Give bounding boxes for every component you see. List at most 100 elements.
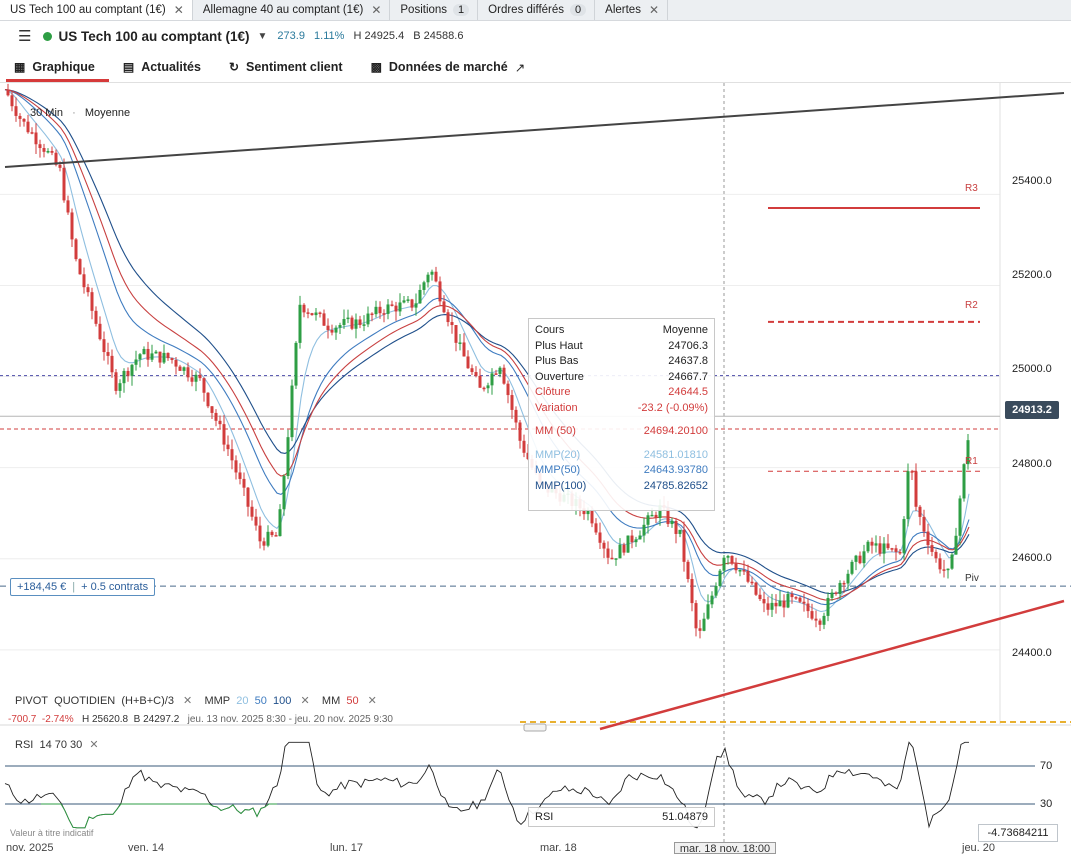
candle-body (610, 557, 614, 560)
tooltip-value: 24643.93780 (643, 464, 708, 476)
trendline-lower (599, 599, 1065, 731)
tooltip-value: 24694.20100 (643, 425, 708, 437)
candle-body (134, 359, 138, 365)
candle-body (274, 535, 278, 537)
candle-body (174, 360, 178, 367)
candle-body (754, 582, 758, 595)
candle-body (686, 561, 690, 580)
candle-body (410, 299, 414, 308)
candle-body (902, 519, 906, 554)
candle-body (786, 593, 790, 608)
tooltip-label: Variation (535, 401, 578, 414)
y-tick: 25400.0 (1012, 175, 1052, 187)
candle-body (258, 525, 262, 542)
candle-body (222, 424, 226, 445)
range-low: B 24297.2 (133, 714, 180, 725)
x-tick: jeu. 20 (962, 842, 996, 854)
candle-body (330, 330, 334, 333)
candle-body (642, 524, 646, 536)
mmp-period-50: 50 (254, 695, 267, 707)
candle-body (446, 312, 450, 323)
candle-body (594, 523, 598, 533)
rsi-tooltip-label: RSI (535, 811, 554, 823)
tab-sentiment-client[interactable]: ↻ Sentiment client (215, 52, 357, 82)
candle-body (650, 514, 654, 517)
candle-body (894, 548, 898, 552)
candle-body (674, 521, 678, 534)
tab-bar: US Tech 100 au comptant (1€) ✕ Allemagne… (0, 0, 1071, 21)
instrument-title[interactable]: US Tech 100 au comptant (1€) (58, 29, 249, 44)
candle-body (214, 412, 218, 421)
tab-alertes[interactable]: Alertes ✕ (595, 0, 669, 20)
mmp-indicator-label[interactable]: MMP (204, 695, 230, 707)
tooltip-row: Plus Haut 24706.3 (535, 339, 708, 355)
candle-body (710, 595, 714, 605)
range-high: H 25620.8 (81, 714, 129, 725)
close-icon[interactable]: ✕ (300, 695, 309, 707)
nav-label: Sentiment client (246, 60, 343, 74)
pivot-indicator-label[interactable]: PIVOT (15, 695, 48, 707)
candle-body (70, 212, 74, 240)
tab-graphique[interactable]: ▦ Graphique (0, 52, 109, 82)
candle-body (758, 594, 762, 600)
orders-count-badge: 0 (570, 4, 587, 16)
tab-actualites[interactable]: ▤ Actualités (109, 52, 215, 82)
candle-body (454, 325, 458, 343)
tooltip-value: 24637.8 (668, 355, 708, 367)
candle-body (494, 373, 498, 375)
candle-body (514, 409, 518, 423)
tab-label: Alertes (605, 4, 641, 16)
candle-body (906, 471, 910, 520)
candle-body (378, 306, 382, 314)
candle-body (418, 289, 422, 304)
close-icon[interactable]: ✕ (174, 3, 184, 17)
tab-ordres-differes[interactable]: Ordres différés 0 (478, 0, 596, 20)
candle-body (122, 370, 126, 384)
candle-body (846, 573, 850, 584)
mm-indicator-label[interactable]: MM (322, 695, 340, 707)
candle-body (278, 509, 282, 537)
close-icon[interactable]: ✕ (371, 3, 381, 17)
day-high: H 24925.4 (353, 30, 405, 42)
candle-body (470, 368, 474, 373)
tab-donnees-marche[interactable]: ▩ Données de marché ↗ (357, 52, 540, 82)
candle-body (850, 561, 854, 574)
timeframe-label[interactable]: 30 Min · Moyenne (30, 107, 130, 119)
pivot-piv-label: Piv (965, 573, 979, 584)
candle-body (74, 239, 78, 260)
chevron-down-icon[interactable]: ▼ (258, 31, 268, 42)
candle-body (882, 543, 886, 554)
candle-body (518, 422, 522, 441)
candle-body (646, 515, 650, 525)
close-icon[interactable]: ✕ (183, 695, 192, 707)
candle-body (226, 444, 230, 450)
candle-body (938, 558, 942, 570)
price-mode: Moyenne (84, 107, 131, 119)
nav-label: Actualités (141, 60, 201, 74)
close-icon[interactable]: ✕ (649, 3, 659, 17)
x-tick: lun. 17 (330, 842, 364, 854)
candle-body (950, 554, 954, 569)
candle-body (942, 569, 946, 571)
candle-body (618, 544, 622, 559)
mm-period-50: 50 (346, 695, 359, 707)
rsi-indicator-label[interactable]: RSI (15, 739, 33, 751)
tooltip-label: MMP(50) (535, 464, 581, 476)
position-pnl-badge[interactable]: +184,45 € | + 0.5 contrats (10, 578, 156, 596)
tab-us-tech-100[interactable]: US Tech 100 au comptant (1€) ✕ (0, 0, 193, 20)
candle-body (102, 339, 106, 353)
candle-body (294, 342, 298, 386)
tab-positions[interactable]: Positions 1 (390, 0, 479, 20)
close-icon[interactable]: ✕ (89, 739, 98, 751)
external-link-icon[interactable]: ↗ (515, 60, 525, 75)
tab-allemagne-40[interactable]: Allemagne 40 au comptant (1€) ✕ (193, 0, 391, 20)
candle-body (126, 370, 130, 376)
candle-body (42, 148, 46, 152)
menu-icon[interactable]: ☰ (18, 27, 31, 45)
close-icon[interactable]: ✕ (368, 695, 377, 707)
candle-body (522, 440, 526, 453)
candle-body (22, 118, 26, 122)
candle-body (106, 352, 110, 356)
tooltip-row: Plus Bas 24637.8 (535, 354, 708, 370)
candle-body (958, 498, 962, 536)
